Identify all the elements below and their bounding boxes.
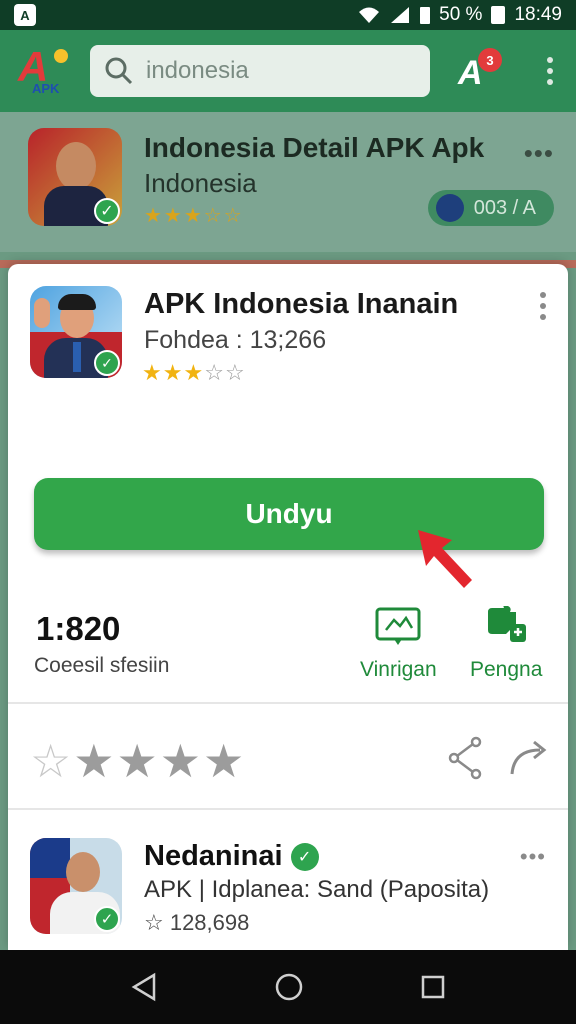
result-more-icon[interactable]: ••• [524,138,554,169]
rate-star-icon[interactable]: ★ [160,735,203,787]
overflow-menu-button[interactable] [538,51,562,91]
verified-check-icon: ✓ [94,906,120,932]
share-icon[interactable] [446,736,486,780]
star-empty-icon: ☆ [204,360,225,385]
star-icon: ★ [183,360,205,385]
verified-badge-icon: ✓ [290,842,319,871]
verified-check-icon: ✓ [94,198,120,224]
app-meta: Fohdea : 13;266 [144,326,327,354]
app-rating-stars: ★★★☆☆ [142,360,246,386]
search-box[interactable] [90,45,430,97]
result-pill-text: 003 / A [473,196,536,219]
rate-star-icon[interactable]: ★ [117,735,160,787]
download-count: 1:820 [36,610,121,647]
result-pill[interactable]: 003 / A [428,190,554,226]
developer-avatar[interactable]: ✓ [30,838,122,934]
search-icon [105,57,133,85]
divider [8,808,568,810]
notification-badge: 3 [478,48,502,72]
status-bar: A 50 % 18:49 [0,0,576,30]
app-icon: ✓ [30,286,122,378]
action-label: Vinrigan [360,658,437,681]
gear-icon [436,194,464,222]
pointer-arrow-icon [418,530,472,588]
logo-dot [54,49,68,63]
action-pengna[interactable]: Pengna [470,606,542,682]
app-title: APK Indonesia Inanain [144,288,459,320]
star-empty-icon: ☆ [224,360,246,385]
notifications-button[interactable]: A 3 [452,44,502,98]
divider [8,702,568,704]
rate-star-empty-icon[interactable]: ☆ [30,735,73,787]
action-label: Pengna [470,658,543,681]
status-icons: 50 % 18:49 [357,4,562,26]
developer-more-icon[interactable]: ••• [520,844,546,870]
star-icon: ★ [162,360,184,385]
developer-description: APK | Idplanea: Sand (Paposita) [144,876,490,903]
image-frame-icon [375,607,421,645]
app-more-button[interactable] [536,292,550,324]
result-title: Indonesia Detail APK Apk [144,132,485,163]
app-logo[interactable]: A APK [14,41,80,101]
developer-name: Nedaninai [144,840,283,872]
rate-star-icon[interactable]: ★ [73,735,116,787]
clock: 18:49 [514,4,562,25]
developer-name-row[interactable]: Nedaninai ✓ [144,840,319,873]
recents-icon[interactable] [420,974,446,1000]
developer-count: ☆ 128,698 [144,910,250,935]
result-app-icon: ✓ [28,128,122,226]
sim-icon [491,6,506,24]
home-icon[interactable] [274,972,304,1002]
app-detail-sheet: ✓ APK Indonesia Inanain Fohdea : 13;266 … [8,264,568,950]
star-icon: ★ [142,360,163,385]
wifi-icon [359,7,380,23]
system-nav-bar [0,950,576,1024]
signal-icon [391,7,410,23]
action-vinrigan[interactable]: Vinrigan [360,606,437,682]
rate-star-icon[interactable]: ★ [203,735,246,787]
download-count-label: Coeesil sfesiin [34,654,170,677]
app-bar: A APK A 3 [0,30,576,112]
battery-percent: 50 % [439,4,483,25]
search-input[interactable] [146,57,406,85]
rate-stars[interactable]: ☆★★★★ [30,734,246,788]
notification-app-icon: A [14,4,36,26]
battery-icon [420,7,431,24]
logo-text: APK [32,81,60,96]
back-icon[interactable] [130,972,158,1002]
list-item[interactable]: ✓ Indonesia Detail APK Apk Indonesia ★★★… [0,112,576,252]
puzzle-icon [488,606,527,642]
app-badge-icon: ✓ [94,350,120,376]
forward-arrow-icon[interactable] [506,738,550,778]
